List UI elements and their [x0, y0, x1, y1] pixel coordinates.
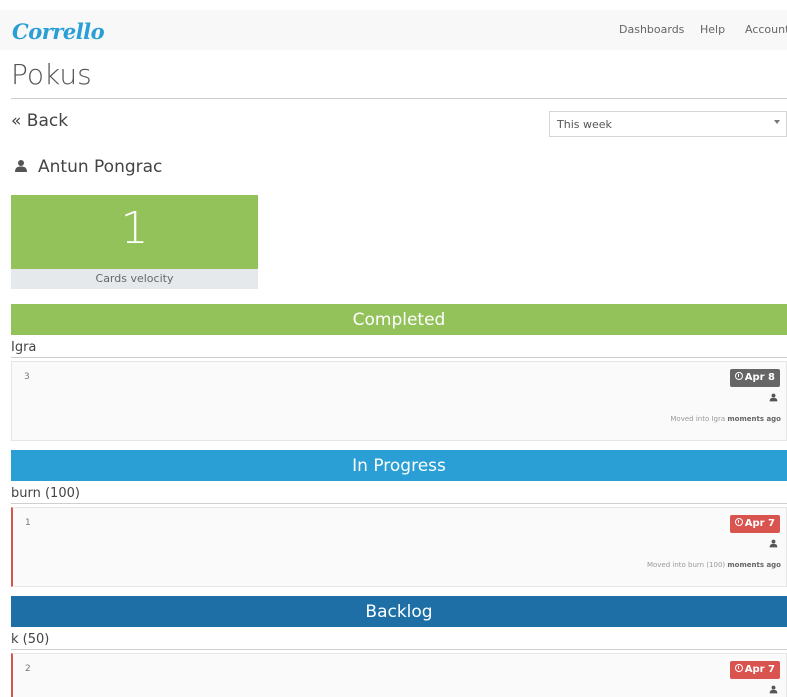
nav-help-link[interactable]: Help: [700, 23, 725, 36]
user-icon: [15, 160, 27, 172]
title-divider: [11, 98, 787, 99]
card-number: 2: [25, 664, 31, 674]
user-icon: [769, 393, 778, 402]
velocity-value: 1: [120, 203, 149, 254]
section-in-progress-header: In Progress: [11, 450, 787, 481]
section-backlog-header: Backlog: [11, 596, 787, 627]
card-in-progress[interactable]: 1 Apr 7 Moved into burn (100) moments ag…: [11, 507, 787, 587]
section-completed-header: Completed: [11, 304, 787, 335]
user-icon: [769, 685, 778, 694]
list-name-in-progress: burn (100): [11, 486, 80, 501]
card-activity: Moved into Igra moments ago: [670, 415, 781, 423]
brand-logo[interactable]: Corrello: [12, 19, 105, 44]
card-number: 3: [24, 372, 30, 382]
clock-icon: [734, 372, 743, 380]
nav-account-link[interactable]: Account: [745, 23, 787, 36]
list-divider: [11, 357, 787, 358]
list-name-backlog: k (50): [11, 632, 50, 647]
due-date-badge: Apr 8: [729, 369, 780, 387]
nav-dashboards-link[interactable]: Dashboards: [619, 23, 684, 36]
clock-icon: [734, 664, 743, 672]
user-name: Antun Pongrac: [38, 157, 163, 177]
user-icon: [769, 539, 778, 548]
list-name-completed: Igra: [11, 340, 37, 355]
card-number: 1: [25, 518, 31, 528]
top-navbar: Corrello Dashboards Help Account: [0, 10, 787, 50]
period-select-value: This week: [557, 118, 612, 131]
due-date-badge: Apr 7: [729, 661, 780, 679]
back-link[interactable]: « Back: [11, 111, 68, 131]
list-divider: [11, 503, 787, 504]
chevron-down-icon: [774, 120, 780, 124]
due-date-badge: Apr 7: [729, 515, 780, 533]
clock-icon: [734, 518, 743, 526]
card-completed[interactable]: 3 Apr 8 Moved into Igra moments ago: [11, 361, 787, 441]
card-activity: Moved into burn (100) moments ago: [646, 561, 781, 569]
velocity-label: Cards velocity: [11, 269, 258, 289]
period-select[interactable]: This week: [549, 111, 787, 137]
page-title: Pokus: [11, 58, 92, 91]
card-backlog[interactable]: 2 Apr 7: [11, 653, 787, 697]
velocity-tile: 1: [11, 195, 258, 269]
list-divider: [11, 649, 787, 650]
